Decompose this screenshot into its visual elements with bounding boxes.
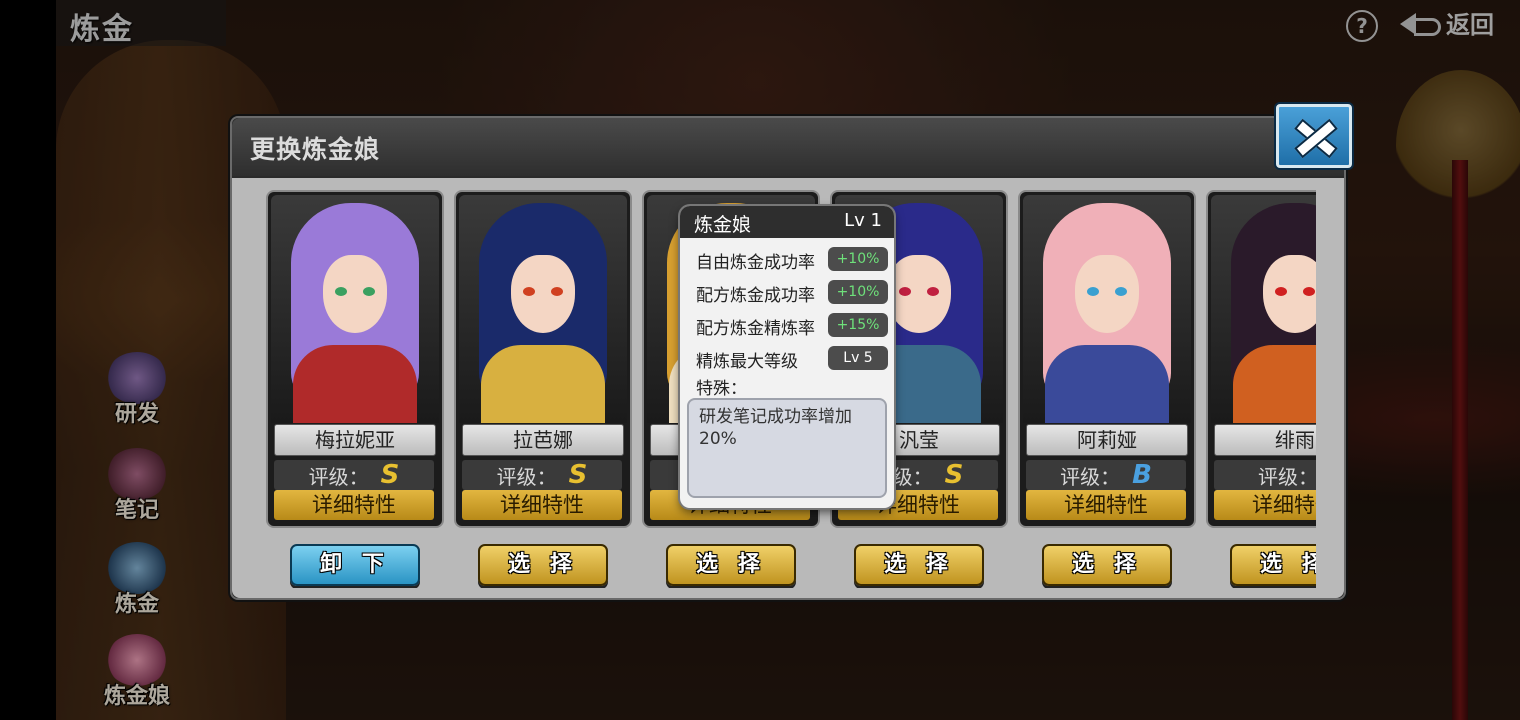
special-text: 研发笔记成功率增加20% [687, 398, 887, 498]
rating-value: S [568, 460, 588, 490]
dialog-title-bar: 更换炼金娘 [232, 118, 1344, 176]
character-card[interactable]: 拉芭娜评级： S 详细特性 [454, 190, 632, 528]
stat-label: 自由炼金成功率 [696, 253, 815, 273]
rating-value: S [380, 460, 400, 490]
character-name: 阿莉娅 [1026, 424, 1188, 456]
rating-row: 评级： [1214, 460, 1316, 490]
tooltip-header: 炼金娘 Lv 1 [680, 206, 894, 238]
stat-row: 配方炼金精炼率 +15% [696, 312, 890, 339]
rating-value: S [944, 460, 964, 490]
stat-row: 配方炼金成功率 +10% [696, 279, 890, 306]
character-name: 绯雨 [1214, 424, 1316, 456]
rating-value: B [1132, 460, 1152, 490]
detail-traits-button[interactable]: 详细特性 [1026, 490, 1186, 520]
stat-value: +10% [828, 280, 888, 304]
character-card[interactable]: 绯雨评级：详细特性 [1206, 190, 1316, 528]
detail-traits-button[interactable]: 详细特性 [462, 490, 622, 520]
tooltip-level: Lv 1 [844, 210, 882, 231]
tooltip-title: 炼金娘 [694, 214, 752, 236]
character-card[interactable]: 梅拉妮亚评级： S 详细特性 [266, 190, 444, 528]
stat-value: +15% [828, 313, 888, 337]
stat-label: 精炼最大等级 [696, 352, 798, 372]
stat-value: Lv 5 [828, 346, 888, 370]
select-button[interactable]: 选 择 [1230, 544, 1316, 586]
stat-row: 精炼最大等级 Lv 5 [696, 345, 890, 372]
rating-row: 评级： S [274, 460, 434, 490]
dialog-title: 更换炼金娘 [250, 135, 381, 164]
special-label: 特殊： [696, 379, 747, 399]
unequip-button[interactable]: 卸 下 [290, 544, 420, 586]
rating-row: 评级： S [462, 460, 622, 490]
character-name: 梅拉妮亚 [274, 424, 436, 456]
rating-row: 评级： B [1026, 460, 1186, 490]
stat-value: +10% [828, 247, 888, 271]
stat-label: 配方炼金成功率 [696, 286, 815, 306]
character-portrait [1023, 195, 1191, 423]
stat-label: 配方炼金精炼率 [696, 319, 815, 339]
stat-row: 自由炼金成功率 +10% [696, 246, 890, 273]
close-icon[interactable] [1276, 104, 1352, 168]
rating-label: 评级： [496, 464, 557, 489]
character-portrait [1211, 195, 1316, 423]
alchemist-tooltip: 炼金娘 Lv 1 自由炼金成功率 +10% 配方炼金成功率 +10% 配方炼金精… [680, 206, 894, 508]
character-card[interactable]: 阿莉娅评级： B 详细特性 [1018, 190, 1196, 528]
rating-label: 评级： [308, 464, 369, 489]
detail-traits-button[interactable]: 详细特性 [274, 490, 434, 520]
select-button[interactable]: 选 择 [1042, 544, 1172, 586]
character-portrait [459, 195, 627, 423]
rating-label: 评级： [1258, 464, 1316, 489]
character-portrait [271, 195, 439, 423]
character-name: 拉芭娜 [462, 424, 624, 456]
detail-traits-button[interactable]: 详细特性 [1214, 490, 1316, 520]
select-button[interactable]: 选 择 [666, 544, 796, 586]
select-button[interactable]: 选 择 [478, 544, 608, 586]
rating-label: 评级： [1060, 464, 1121, 489]
select-button[interactable]: 选 择 [854, 544, 984, 586]
